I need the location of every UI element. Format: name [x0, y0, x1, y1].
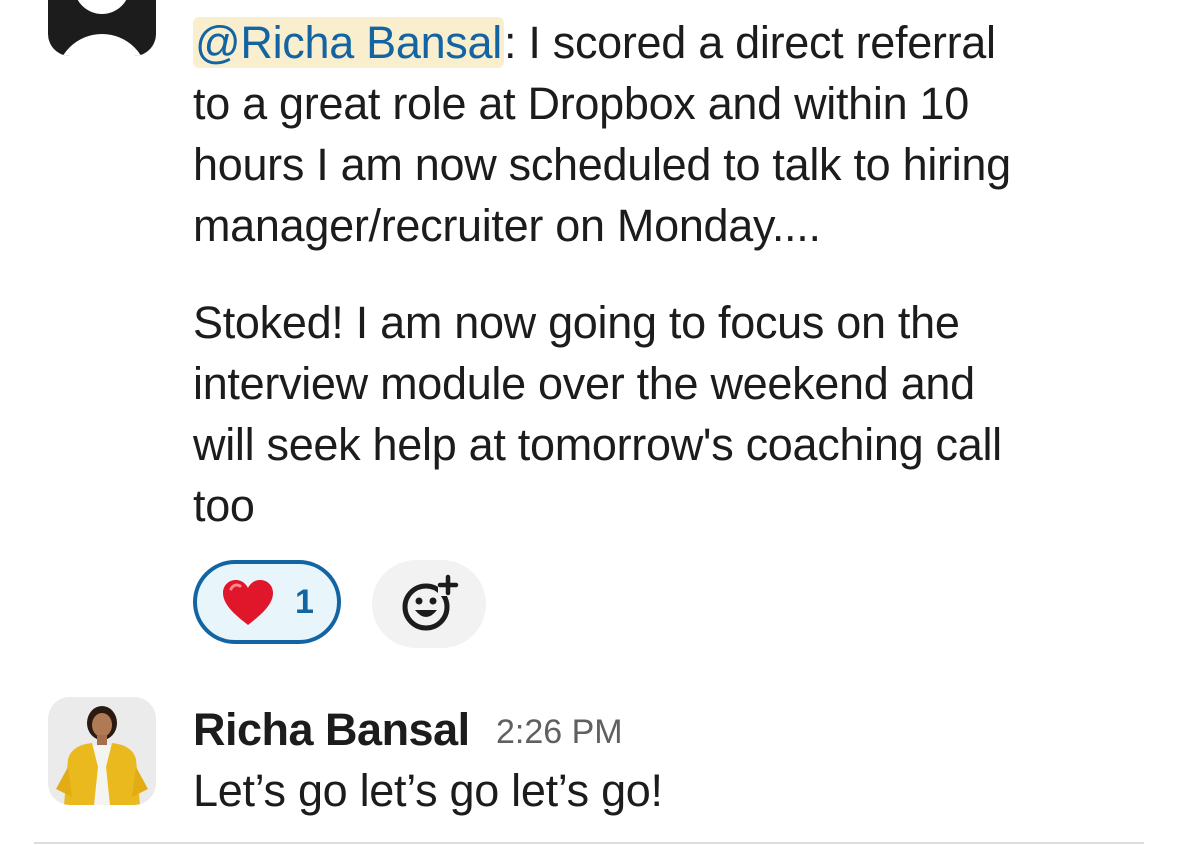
- user-mention[interactable]: @Richa Bansal: [193, 17, 504, 68]
- avatar-shoulder-shape: [56, 34, 148, 56]
- avatar-head-shape: [74, 0, 130, 14]
- message-paragraph-1: @Richa Bansal: I scored a direct referra…: [193, 12, 1153, 256]
- reaction-count: 1: [295, 583, 314, 621]
- message-timestamp[interactable]: 2:26 PM: [496, 712, 623, 752]
- message-paragraph-2: Stoked! I am now going to focus on the i…: [193, 297, 1002, 531]
- message-author[interactable]: Richa Bansal: [193, 702, 470, 758]
- divider: [34, 842, 1144, 844]
- profile-photo-icon: [48, 697, 156, 805]
- sender-avatar[interactable]: [48, 0, 156, 56]
- add-reaction-button[interactable]: [372, 560, 486, 648]
- richa-bansal-avatar[interactable]: [48, 697, 156, 805]
- heart-emoji-icon: [223, 580, 273, 625]
- heart-reaction-button[interactable]: 1: [193, 560, 341, 644]
- add-reaction-icon: [402, 574, 459, 631]
- message-text: Let’s go let’s go let’s go!: [193, 765, 663, 816]
